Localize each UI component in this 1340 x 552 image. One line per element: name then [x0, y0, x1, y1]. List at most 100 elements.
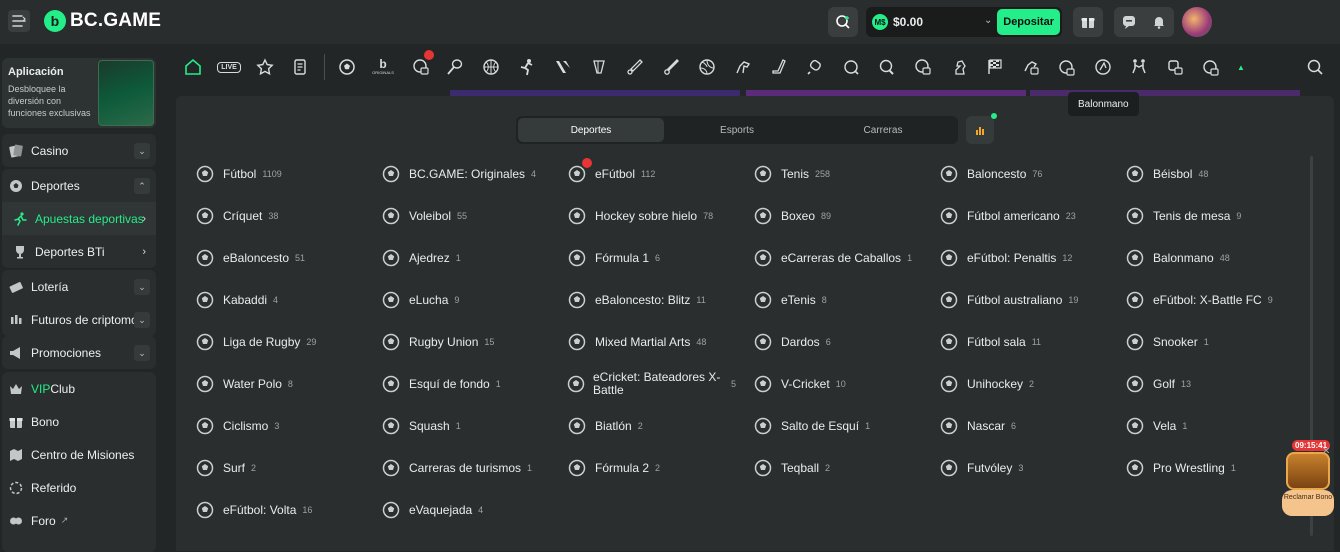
sport-item[interactable]: Futvóley 3 — [938, 454, 1023, 482]
tab-carreras[interactable]: Carreras — [810, 118, 956, 142]
sport-item[interactable]: Béisbol 48 — [1124, 160, 1208, 188]
sport-item[interactable]: Carreras de turismos 1 — [380, 454, 532, 482]
collapse-up-icon[interactable]: ▲ — [1230, 56, 1252, 78]
star-icon[interactable] — [254, 56, 276, 78]
chevron-down-icon[interactable]: ⌄ — [134, 143, 150, 159]
sidebar-item-deportes[interactable]: Deportes ⌃ — [2, 169, 156, 202]
chevron-down-icon[interactable]: ⌄ — [134, 345, 150, 361]
sport-item[interactable]: eVaquejada 4 — [380, 496, 483, 524]
sport-item[interactable]: Kabaddi 4 — [194, 286, 278, 314]
efootball-penalty-icon[interactable] — [1056, 56, 1078, 78]
sport-item[interactable]: Ciclismo 3 — [194, 412, 279, 440]
stats-button[interactable] — [966, 113, 997, 144]
american-football-icon[interactable] — [840, 56, 862, 78]
volleyball-icon[interactable] — [696, 56, 718, 78]
sport-item[interactable]: eCricket: Bateadores X-Battle 5 — [566, 370, 736, 398]
chevron-up-icon[interactable]: ⌃ — [134, 178, 150, 194]
table-tennis-icon[interactable] — [876, 56, 898, 78]
sport-item[interactable]: Fútbol sala 11 — [938, 328, 1041, 356]
ice-hockey-icon[interactable] — [768, 56, 790, 78]
sport-item[interactable]: Fórmula 1 6 — [566, 244, 660, 272]
sport-item[interactable]: Snooker 1 — [1124, 328, 1209, 356]
sport-item[interactable]: Balonmano 48 — [1124, 244, 1230, 272]
chat-icon[interactable] — [1122, 15, 1136, 29]
sidebar-item-apuestas-deportivas[interactable]: Apuestas deportivas › — [2, 202, 156, 235]
baseball-icon[interactable] — [660, 56, 682, 78]
deposit-button[interactable]: Depositar — [997, 9, 1060, 35]
search-icon[interactable] — [1304, 56, 1326, 78]
sidebar-item-loteria[interactable]: Lotería ⌄ — [2, 270, 156, 303]
sport-item[interactable]: Vela 1 — [1124, 412, 1187, 440]
sidebar-item-deportes-bti[interactable]: Deportes BTi › — [2, 235, 156, 268]
sport-item[interactable]: Fórmula 2 2 — [566, 454, 660, 482]
boxing-icon[interactable] — [804, 56, 826, 78]
sport-item[interactable]: Ajedrez 1 — [380, 244, 461, 272]
sport-item[interactable]: Rugby Union 15 — [380, 328, 494, 356]
sport-item[interactable]: Fútbol americano 23 — [938, 202, 1076, 230]
sport-item[interactable]: Boxeo 89 — [752, 202, 831, 230]
sport-item[interactable]: Biatlón 2 — [566, 412, 643, 440]
sport-item[interactable]: Mixed Martial Arts 48 — [566, 328, 706, 356]
sport-item[interactable]: Salto de Esquí 1 — [752, 412, 870, 440]
betslip-icon[interactable] — [289, 56, 311, 78]
chevron-down-icon[interactable]: ⌄ — [984, 15, 992, 26]
sidebar-item-vip-club[interactable]: VIP Club — [2, 372, 156, 405]
nascar-icon[interactable] — [552, 56, 574, 78]
tab-deportes[interactable]: Deportes — [518, 118, 664, 142]
sidebar-item-futuros[interactable]: Futuros de criptomon ⌄ — [2, 303, 156, 336]
sport-item[interactable]: Hockey sobre hielo 78 — [566, 202, 713, 230]
sport-item[interactable]: Squash 1 — [380, 412, 461, 440]
tab-esports[interactable]: Esports — [664, 118, 810, 142]
sport-item[interactable]: Water Polo 8 — [194, 370, 293, 398]
handball-icon[interactable] — [1092, 56, 1114, 78]
sport-item[interactable]: eBaloncesto 51 — [194, 244, 305, 272]
chevron-down-icon[interactable]: ⌄ — [134, 312, 150, 328]
ehorse-racing-icon[interactable] — [1020, 56, 1042, 78]
tennis-icon[interactable] — [444, 56, 466, 78]
sport-item[interactable]: Surf 2 — [194, 454, 256, 482]
sport-item[interactable]: Dardos 6 — [752, 328, 831, 356]
sport-item[interactable]: eFútbol: Penaltis 12 — [938, 244, 1072, 272]
bell-icon[interactable] — [1152, 15, 1166, 29]
horse-racing-icon[interactable] — [732, 56, 754, 78]
avatar[interactable] — [1182, 7, 1212, 37]
gift-button[interactable] — [1073, 7, 1103, 37]
close-icon[interactable]: ✕ — [1322, 446, 1330, 457]
sport-item[interactable]: eFútbol: X-Battle FC 9 — [1124, 286, 1273, 314]
sport-item[interactable]: eBaloncesto: Blitz 11 — [566, 286, 706, 314]
sport-item[interactable]: eFútbol 112 — [566, 158, 655, 188]
originals-icon[interactable]: b ORIGINALS — [372, 56, 394, 78]
ebasketball-blitz-icon[interactable] — [1200, 56, 1222, 78]
sport-item[interactable]: Unihockey 2 — [938, 370, 1034, 398]
sidebar-item-bono[interactable]: Bono — [2, 405, 156, 438]
sidebar-item-casino[interactable]: Casino ⌄ — [2, 134, 156, 167]
sport-item[interactable]: eFútbol: Volta 16 — [194, 496, 312, 524]
sport-item[interactable]: Fútbol australiano 19 — [938, 286, 1078, 314]
sport-item[interactable]: Pro Wrestling 1 — [1124, 454, 1236, 482]
sport-item[interactable]: Baloncesto 76 — [938, 160, 1042, 188]
sport-item[interactable]: Tenis de mesa 9 — [1124, 202, 1241, 230]
sport-item[interactable]: Teqball 2 — [752, 454, 830, 482]
sport-item[interactable]: eTenis 8 — [752, 286, 827, 314]
sport-item[interactable]: Fútbol 1109 — [194, 160, 282, 188]
sidebar-item-misiones[interactable]: Centro de Misiones — [2, 438, 156, 471]
sport-item[interactable]: BC.GAME: Originales 4 — [380, 160, 536, 188]
sport-item[interactable]: Golf 13 — [1124, 370, 1191, 398]
efootball-icon[interactable] — [410, 50, 434, 78]
flag-icon[interactable] — [984, 56, 1006, 78]
sport-item[interactable]: eLucha 9 — [380, 286, 459, 314]
app-promo-card[interactable]: Aplicación Desbloquee la diversión con f… — [2, 58, 156, 128]
search-button[interactable] — [828, 7, 858, 37]
sport-item[interactable]: V-Cricket 10 — [752, 370, 846, 398]
wallet[interactable]: M$ $0.00 ⌄ Depositar — [866, 7, 1062, 37]
logo[interactable]: b BC.GAME — [44, 10, 161, 32]
ebasketball-icon[interactable] — [912, 56, 934, 78]
chevron-down-icon[interactable]: ⌄ — [134, 279, 150, 295]
efighting-icon[interactable] — [1164, 56, 1186, 78]
tennis-court-icon[interactable] — [588, 56, 610, 78]
sport-item[interactable]: Voleibol 55 — [380, 202, 467, 230]
sidebar-item-foro[interactable]: Foro ↗ — [2, 504, 156, 537]
soccer-icon[interactable] — [336, 56, 358, 78]
sport-item[interactable]: eCarreras de Caballos 1 — [752, 244, 912, 272]
sport-item[interactable]: Liga de Rugby 29 — [194, 328, 316, 356]
